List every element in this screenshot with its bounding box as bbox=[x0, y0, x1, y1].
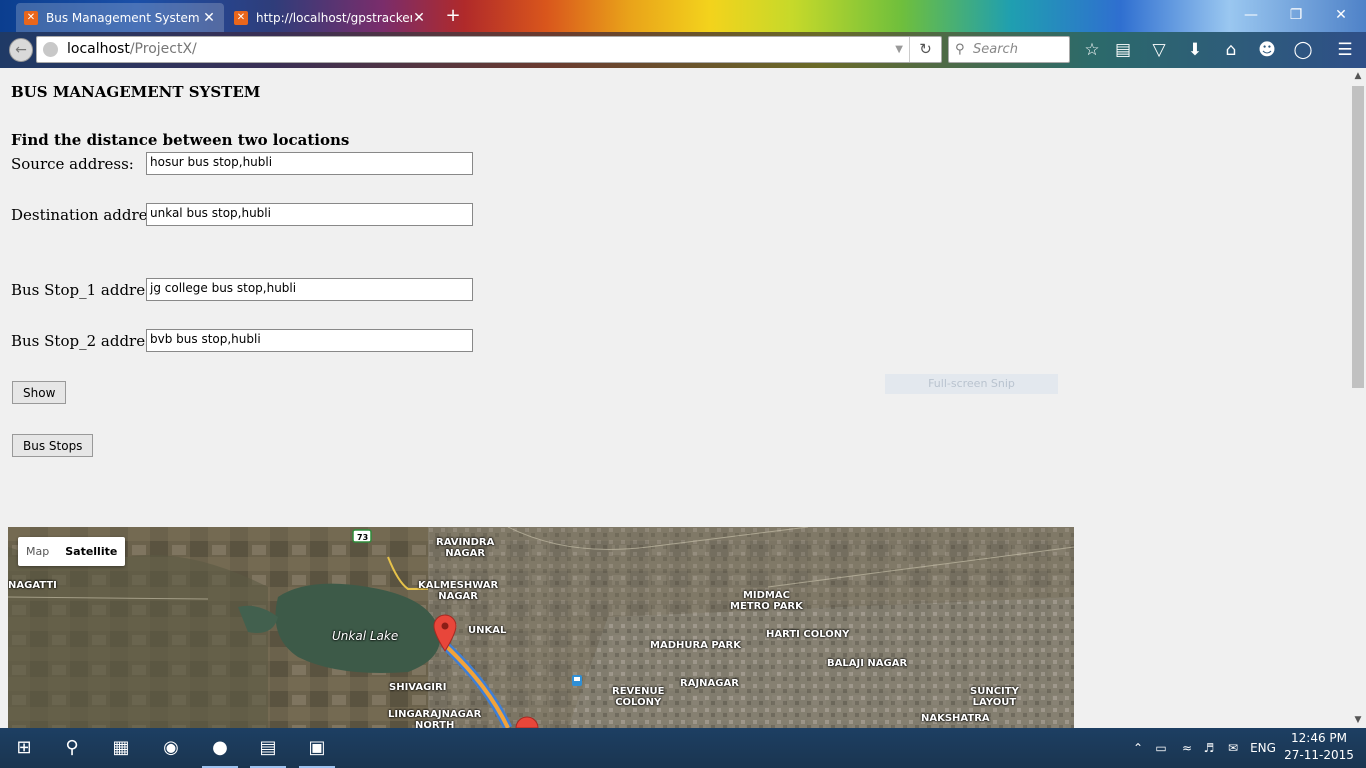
xampp-icon: ✕ bbox=[234, 10, 248, 25]
battery-icon[interactable]: ▭ bbox=[1151, 728, 1171, 768]
page-scrollbar[interactable]: ▲ ▼ bbox=[1350, 68, 1366, 728]
close-tab-icon[interactable]: ✕ bbox=[412, 10, 426, 26]
map-label-harti-colony: HARTI COLONY bbox=[766, 629, 850, 640]
map-label-revenue-colony: REVENUE COLONY bbox=[612, 686, 665, 708]
reload-icon[interactable]: ↻ bbox=[909, 37, 941, 62]
search-input[interactable]: ⚲ Search bbox=[948, 36, 1070, 63]
source-label: Source address: bbox=[11, 155, 134, 173]
minimize-icon[interactable]: — bbox=[1236, 4, 1266, 26]
browser-titlebar: ✕ Bus Management System ✕ ✕ http://local… bbox=[0, 0, 1366, 32]
map-label-rajnagar: RAJNAGAR bbox=[680, 678, 739, 689]
bus-stop-1-input[interactable]: jg college bus stop,hubli bbox=[146, 278, 473, 301]
close-window-icon[interactable]: ✕ bbox=[1326, 4, 1356, 26]
file-explorer-icon[interactable]: ▤ bbox=[244, 728, 292, 768]
map-label-midmac: MIDMAC METRO PARK bbox=[730, 590, 803, 612]
xampp-icon: ✕ bbox=[24, 10, 38, 25]
destination-address-input[interactable]: unkal bus stop,hubli bbox=[146, 203, 473, 226]
google-map[interactable]: 73 Map Satellite RAVINDRA NAGAR NAGATTI … bbox=[8, 527, 1074, 728]
close-tab-icon[interactable]: ✕ bbox=[202, 10, 216, 26]
bus-stop-1-label: Bus Stop_1 address: bbox=[11, 281, 166, 299]
scroll-down-icon[interactable]: ▼ bbox=[1350, 712, 1366, 728]
map-label-kalmeshwar: KALMESHWAR NAGAR bbox=[418, 580, 499, 602]
search-icon: ⚲ bbox=[955, 42, 965, 57]
clock[interactable]: 12:46 PM 27-11-2015 bbox=[1284, 730, 1354, 764]
search-icon[interactable]: ⚲ bbox=[48, 728, 96, 768]
map-label-nakshatra: NAKSHATRA bbox=[921, 713, 990, 724]
highway-shield-label: 73 bbox=[357, 533, 369, 542]
search-placeholder: Search bbox=[973, 42, 1018, 57]
satellite-imagery bbox=[8, 527, 1074, 728]
clock-time: 12:46 PM bbox=[1291, 731, 1347, 745]
store-icon[interactable]: ▦ bbox=[97, 728, 145, 768]
map-type-satellite-button[interactable]: Satellite bbox=[57, 537, 125, 566]
source-address-input[interactable]: hosur bus stop,hubli bbox=[146, 152, 473, 175]
menu-icon[interactable]: ☰ bbox=[1332, 38, 1358, 62]
map-label-nagatti: NAGATTI bbox=[8, 580, 57, 591]
download-icon[interactable]: ⬇ bbox=[1182, 38, 1208, 62]
tab-title: http://localhost/gpstracker/ bbox=[256, 10, 412, 25]
sync-icon[interactable]: ◯ bbox=[1290, 38, 1316, 62]
map-label-suncity-layout: SUNCITY LAYOUT bbox=[970, 686, 1019, 708]
map-label-balaji-nagar: BALAJI NAGAR bbox=[827, 658, 908, 669]
url-path: /ProjectX/ bbox=[129, 41, 197, 57]
tab-gpstracker[interactable]: ✕ http://localhost/gpstracker/ ✕ bbox=[226, 3, 434, 32]
snip-overlay: Full-screen Snip bbox=[885, 374, 1058, 394]
notification-icon[interactable]: ✉ bbox=[1222, 728, 1244, 768]
map-label-lingarajnagar: LINGARAJNAGAR NORTH bbox=[388, 709, 482, 728]
xampp-taskbar-icon[interactable]: ▣ bbox=[293, 728, 341, 768]
map-label-unkal-lake: Unkal Lake bbox=[332, 629, 399, 643]
chrome-icon[interactable]: ◉ bbox=[147, 728, 195, 768]
reading-list-icon[interactable]: ▤ bbox=[1110, 38, 1136, 62]
show-button[interactable]: Show bbox=[12, 381, 67, 404]
bookmark-star-icon[interactable]: ☆ bbox=[1079, 38, 1105, 62]
scroll-thumb[interactable] bbox=[1352, 86, 1364, 388]
home-icon[interactable]: ⌂ bbox=[1218, 38, 1244, 62]
bus-stop-2-input[interactable]: bvb bus stop,hubli bbox=[146, 329, 473, 352]
pocket-icon[interactable]: ▽ bbox=[1146, 38, 1172, 62]
navigation-toolbar: ← localhost/ProjectX/ ▼ ↻ ⚲ Search ☆ ▤ ▽… bbox=[0, 32, 1366, 68]
page-content: BUS MANAGEMENT SYSTEM Find the distance … bbox=[0, 68, 1350, 728]
map-label-shivagiri: SHIVAGIRI bbox=[389, 682, 447, 693]
volume-icon[interactable]: ♬ bbox=[1199, 728, 1219, 768]
map-label-madhura-park: MADHURA PARK bbox=[650, 640, 742, 651]
page-title: BUS MANAGEMENT SYSTEM bbox=[11, 83, 261, 101]
windows-taskbar: ⊞ ⚲ ▦ ◉ ● ▤ ▣ ⌃ ▭ ≈ ♬ ✉ ENG 12:46 PM 27-… bbox=[0, 728, 1366, 768]
hello-icon[interactable]: ☻ bbox=[1254, 38, 1280, 62]
globe-icon bbox=[43, 42, 58, 57]
language-indicator[interactable]: ENG bbox=[1247, 728, 1279, 768]
chevron-down-icon[interactable]: ▼ bbox=[895, 37, 903, 62]
bus-stops-button[interactable]: Bus Stops bbox=[12, 434, 94, 457]
tab-title: Bus Management System bbox=[46, 10, 200, 25]
map-type-control[interactable]: Map Satellite bbox=[18, 537, 126, 566]
section-heading: Find the distance between two locations bbox=[11, 131, 350, 149]
back-button[interactable]: ← bbox=[9, 38, 33, 62]
map-label-unkal: UNKAL bbox=[468, 625, 507, 636]
windows-start-icon[interactable]: ⊞ bbox=[0, 728, 48, 768]
url-bar[interactable]: localhost/ProjectX/ ▼ ↻ bbox=[36, 36, 942, 63]
map-type-map-button[interactable]: Map bbox=[18, 537, 57, 566]
tray-chevron-up-icon[interactable]: ⌃ bbox=[1129, 728, 1147, 768]
restore-icon[interactable]: ❐ bbox=[1281, 4, 1311, 26]
clock-date: 27-11-2015 bbox=[1284, 748, 1354, 762]
wifi-icon[interactable]: ≈ bbox=[1177, 728, 1197, 768]
firefox-icon[interactable]: ● bbox=[196, 728, 244, 768]
new-tab-icon[interactable]: + bbox=[444, 5, 462, 27]
map-label-ravindra-nagar: RAVINDRA NAGAR bbox=[436, 537, 495, 559]
destination-label: Destination address: bbox=[11, 206, 168, 224]
url-host: localhost bbox=[67, 41, 130, 57]
tab-bus-management[interactable]: ✕ Bus Management System ✕ bbox=[16, 3, 224, 32]
bus-stop-2-label: Bus Stop_2 address: bbox=[11, 332, 166, 350]
scroll-up-icon[interactable]: ▲ bbox=[1350, 68, 1366, 84]
